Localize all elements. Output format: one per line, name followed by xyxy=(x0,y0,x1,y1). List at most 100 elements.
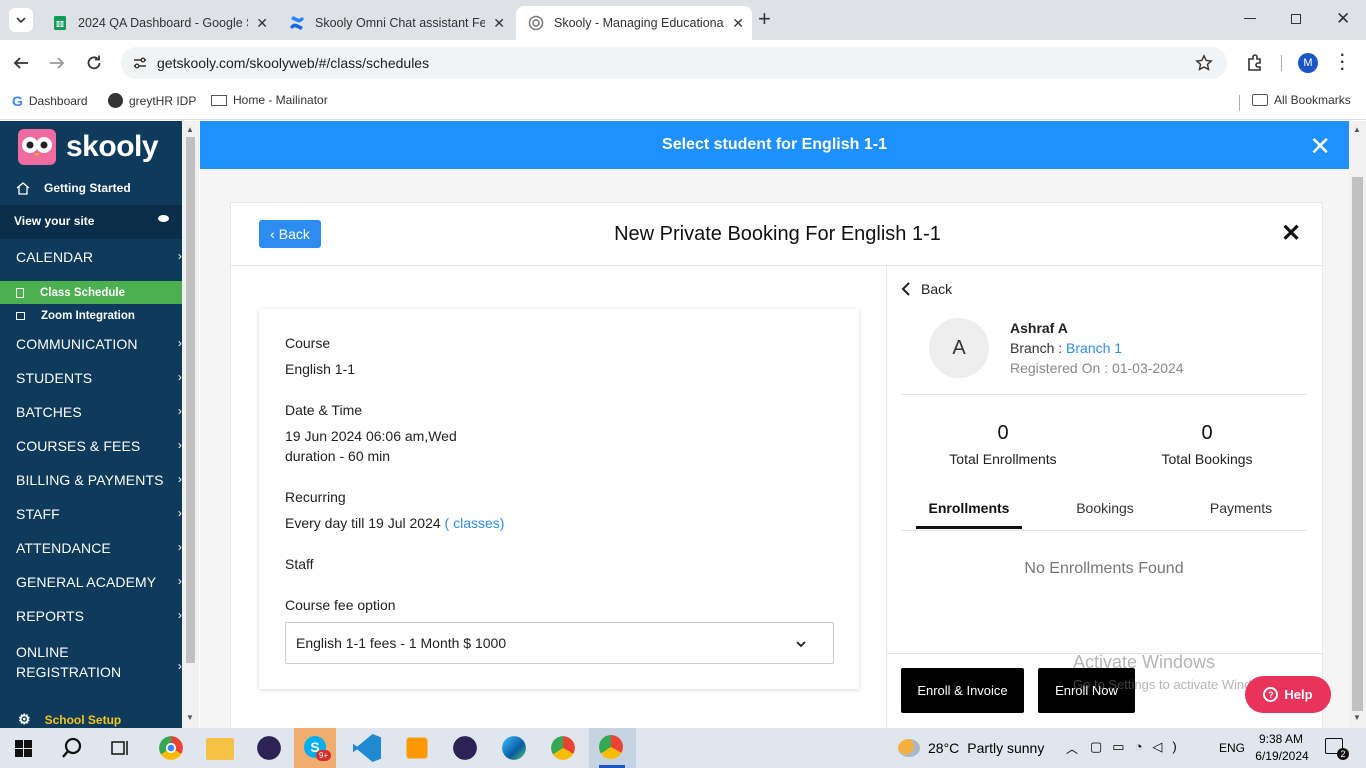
sidebar-item-attendance[interactable]: ATTENDANCE › xyxy=(16,540,182,556)
extensions-icon[interactable] xyxy=(1245,53,1265,73)
sidebar-item-students[interactable]: STUDENTS › xyxy=(16,370,182,386)
scroll-down-arrow[interactable]: ▼ xyxy=(186,713,194,722)
vscode-icon[interactable] xyxy=(353,734,381,762)
browser-tab-omni-chat[interactable]: Skooly Omni Chat assistant Fea ✕ xyxy=(277,6,513,40)
sidebar-item-label: BATCHES xyxy=(16,404,82,420)
file-explorer-icon[interactable] xyxy=(206,738,234,760)
confluence-icon xyxy=(290,16,304,30)
sidebar-item-zoom[interactable]: Zoom Integration xyxy=(16,310,135,322)
profile-avatar[interactable]: M xyxy=(1298,53,1318,73)
sidebar-scrollbar[interactable]: ▲ ▼ xyxy=(182,121,199,728)
eclipse-icon[interactable] xyxy=(257,736,281,760)
fee-option-select[interactable]: English 1-1 fees - 1 Month $ 1000 xyxy=(285,622,834,664)
total-enrollments-label: Total Enrollments xyxy=(949,451,1057,467)
sidebar-item-label: COMMUNICATION xyxy=(16,336,138,352)
close-modal-icon[interactable]: ✕ xyxy=(1281,219,1301,248)
all-bookmarks[interactable]: All Bookmarks xyxy=(1252,93,1351,107)
sidebar-item-getting-started[interactable]: Getting Started xyxy=(16,181,131,195)
bookmark-greythr[interactable]: greytHR IDP xyxy=(108,93,196,108)
chevron-up-icon[interactable]: ︿ xyxy=(1066,740,1078,757)
recurring-label: Recurring xyxy=(285,489,346,505)
site-info-icon[interactable] xyxy=(133,56,147,70)
branch-label: Branch : xyxy=(1010,340,1063,356)
browser-tab-skooly[interactable]: Skooly - Managing Educational ✕ xyxy=(516,6,752,40)
skype-taskbar-icon[interactable]: S 9+ xyxy=(294,728,336,768)
globe-icon xyxy=(528,15,544,31)
tab-search-button[interactable] xyxy=(9,8,33,32)
student-avatar: A xyxy=(929,318,989,378)
sidebar-item-label: CALENDAR xyxy=(16,249,94,265)
scrollbar-thumb[interactable] xyxy=(186,137,195,663)
sidebar-item-view-site[interactable]: View your site xyxy=(0,205,182,239)
tab-title: 2024 QA Dashboard - Google S xyxy=(78,16,249,30)
system-tray-icons[interactable]: ▢▭◔◁) xyxy=(1090,739,1187,755)
sidebar-item-reports[interactable]: REPORTS › xyxy=(16,608,182,624)
minimize-button[interactable] xyxy=(1244,18,1256,19)
help-button[interactable]: ? Help xyxy=(1245,676,1331,713)
address-bar[interactable]: getskooly.com/skoolyweb/#/class/schedule… xyxy=(121,47,1227,79)
sublime-icon[interactable] xyxy=(406,737,428,759)
greythr-icon xyxy=(108,93,123,108)
fee-option-label: Course fee option xyxy=(285,597,396,613)
enroll-invoice-button[interactable]: Enroll & Invoice xyxy=(901,668,1024,713)
chrome-profile-icon[interactable] xyxy=(551,736,575,760)
close-tab-icon[interactable]: ✕ xyxy=(493,15,505,32)
close-tab-icon[interactable]: ✕ xyxy=(732,15,744,32)
browser-menu-icon[interactable]: · · · xyxy=(1340,48,1345,78)
sidebar-item-label: Class Schedule xyxy=(40,286,126,299)
sidebar-item-batches[interactable]: BATCHES › xyxy=(16,404,182,420)
bookmark-dashboard[interactable]: G Dashboard xyxy=(12,93,88,109)
scroll-up-arrow[interactable]: ▲ xyxy=(186,125,194,134)
sidebar-item-label: Zoom Integration xyxy=(41,310,135,322)
scroll-up-arrow[interactable]: ▲ xyxy=(1353,125,1361,134)
close-tab-icon[interactable]: ✕ xyxy=(256,15,268,32)
classes-link[interactable]: ( classes) xyxy=(445,515,505,531)
search-icon[interactable] xyxy=(61,737,83,759)
activate-windows-title: Activate Windows xyxy=(1073,652,1216,672)
weather-widget[interactable]: 28°C Partly sunny xyxy=(898,739,1044,757)
windows-start-icon[interactable] xyxy=(15,740,32,757)
clock-date[interactable]: 6/19/2024 xyxy=(1252,749,1312,763)
sidebar-item-class-schedule[interactable]: Class Schedule xyxy=(0,281,182,304)
bookmark-star-icon[interactable] xyxy=(1195,54,1213,72)
sidebar-item-general-academy[interactable]: GENERAL ACADEMY › xyxy=(16,574,182,590)
clock-time[interactable]: 9:38 AM xyxy=(1258,732,1304,746)
chrome-active-app[interactable] xyxy=(589,728,636,768)
tab-payments[interactable]: Payments xyxy=(1188,500,1294,516)
branch-link[interactable]: Branch 1 xyxy=(1066,340,1122,356)
back-arrow-icon[interactable] xyxy=(12,54,30,72)
total-bookings-label: Total Bookings xyxy=(1161,451,1253,467)
folder-icon xyxy=(1252,94,1268,106)
student-back-button[interactable]: Back xyxy=(901,281,952,297)
tab-bookings[interactable]: Bookings xyxy=(1052,500,1158,516)
sidebar-item-calendar[interactable]: CALENDAR › xyxy=(16,249,182,265)
reload-icon[interactable] xyxy=(85,54,103,72)
sidebar-item-courses-fees[interactable]: COURSES & FEES › xyxy=(16,438,182,454)
browser-tab-qa-dashboard[interactable]: 2024 QA Dashboard - Google S ✕ xyxy=(40,6,276,40)
eclipse-icon-2[interactable] xyxy=(453,736,477,760)
duration-value: duration - 60 min xyxy=(285,448,391,464)
scrollbar-thumb[interactable] xyxy=(1352,177,1363,711)
scroll-down-arrow[interactable]: ▼ xyxy=(1353,713,1361,722)
new-tab-button[interactable]: + xyxy=(758,8,771,30)
tab-enrollments[interactable]: Enrollments xyxy=(916,500,1022,516)
language-indicator[interactable]: ENG xyxy=(1219,741,1245,755)
edge-icon[interactable] xyxy=(502,736,526,760)
sidebar-item-school-setup[interactable]: ⚙ School Setup xyxy=(18,711,121,728)
page-scrollbar[interactable]: ▲ ▼ xyxy=(1349,121,1366,728)
tab-title: Skooly Omni Chat assistant Fea xyxy=(315,16,486,30)
chrome-taskbar-icon[interactable] xyxy=(159,736,183,760)
sidebar-item-staff[interactable]: STAFF › xyxy=(16,506,182,522)
task-view-icon[interactable] xyxy=(110,739,130,757)
forward-arrow-icon[interactable] xyxy=(48,54,66,72)
bookmark-mailinator[interactable]: Home - Mailinator xyxy=(211,93,328,107)
eye-icon xyxy=(158,215,169,222)
close-window-button[interactable]: ✕ xyxy=(1336,9,1350,29)
skooly-logo[interactable]: skooly xyxy=(16,127,159,167)
tab-label: Payments xyxy=(1209,500,1273,516)
sidebar-item-online-registration[interactable]: ONLINE REGISTRATION › xyxy=(16,642,182,682)
sidebar-item-communication[interactable]: COMMUNICATION › xyxy=(16,336,182,352)
restore-button[interactable] xyxy=(1291,14,1301,24)
sidebar-item-billing[interactable]: BILLING & PAYMENTS › xyxy=(16,472,182,488)
close-icon[interactable]: ✕ xyxy=(1309,131,1331,162)
